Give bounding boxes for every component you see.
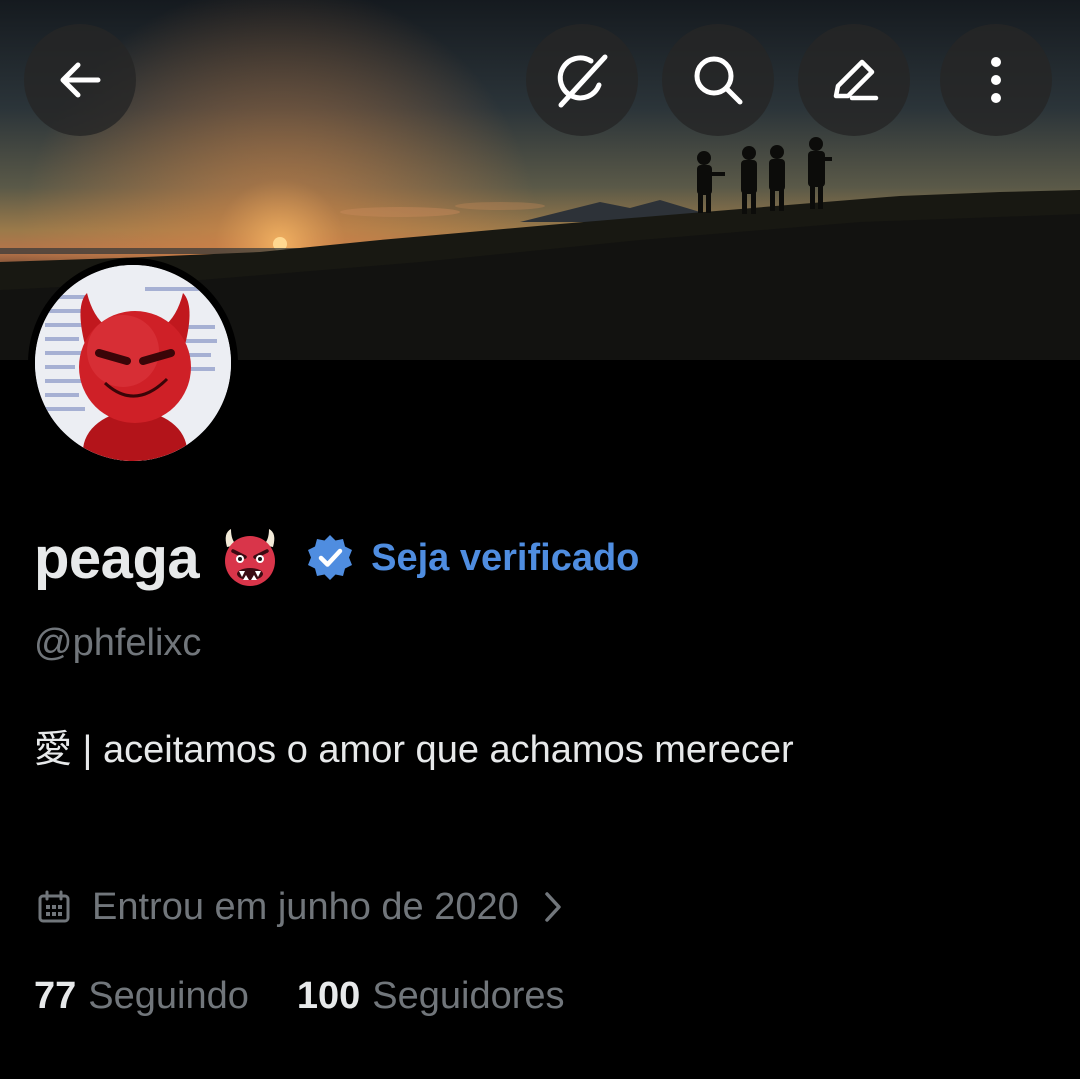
joined-date-text: Entrou em junho de 2020	[92, 885, 519, 928]
followers-count: 100	[296, 974, 361, 1017]
grok-icon	[557, 54, 608, 108]
following-count: 77	[34, 974, 77, 1017]
following-link[interactable]: 77 Seguindo	[34, 975, 249, 1018]
followers-link[interactable]: 100 Seguidores	[297, 975, 565, 1018]
verified-badge[interactable]	[305, 533, 355, 583]
back-button[interactable]	[24, 24, 136, 136]
profile-bio: 愛 | aceitamos o amor que achamos merecer	[34, 729, 794, 771]
get-verified-link[interactable]: Seja verificado	[371, 537, 639, 580]
avatar[interactable]	[35, 265, 231, 461]
followers-label: Seguidores	[372, 974, 565, 1017]
edit-icon	[833, 59, 879, 101]
arrow-left-icon	[60, 62, 101, 98]
more-vertical-icon	[991, 57, 1001, 103]
chevron-right-icon	[543, 890, 563, 924]
display-name: peaga	[34, 525, 200, 591]
more-options-button[interactable]	[940, 24, 1052, 136]
name-row: peaga Seja verificado	[34, 518, 639, 598]
joined-date-row[interactable]: Entrou em junho de 2020	[36, 882, 563, 932]
search-icon	[694, 56, 743, 105]
avatar-border	[28, 258, 238, 468]
grok-button[interactable]	[526, 24, 638, 136]
search-button[interactable]	[662, 24, 774, 136]
devil-avatar-image	[35, 265, 231, 461]
calendar-icon	[38, 890, 70, 923]
edit-button[interactable]	[798, 24, 910, 136]
following-label: Seguindo	[88, 974, 249, 1017]
verified-badge-icon	[308, 535, 353, 580]
ogre-emoji-icon	[219, 527, 281, 589]
profile-handle: @phfelixc	[34, 622, 202, 664]
follow-stats: 77 Seguindo 100 Seguidores	[34, 968, 565, 1024]
